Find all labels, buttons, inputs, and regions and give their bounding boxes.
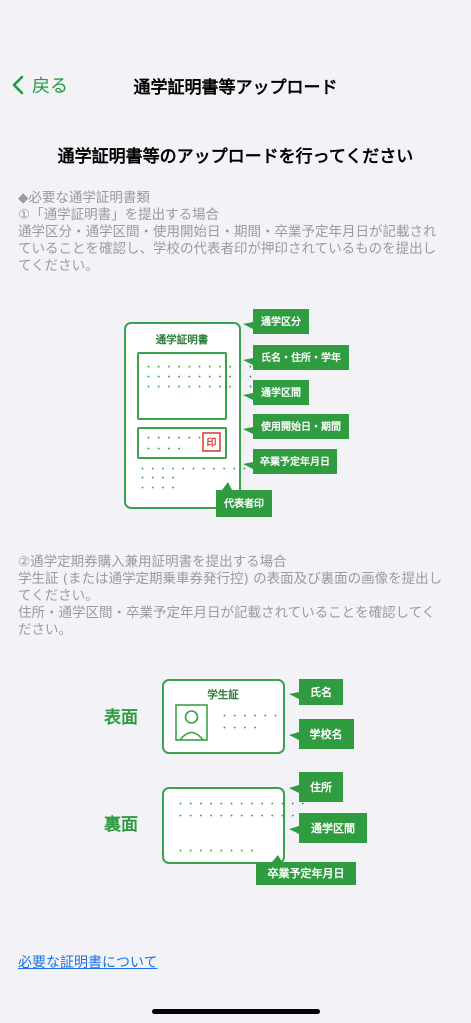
dots: ・・・・・・・・ [176, 847, 258, 857]
svg-text:氏名・住所・学年: 氏名・住所・学年 [261, 351, 341, 364]
tag-school-name: 学校名 [289, 719, 354, 749]
svg-text:通学区分: 通学区分 [261, 315, 301, 328]
dots: ・・・・・・・・・・・・・ [176, 800, 309, 810]
dots: ・・・・ [220, 724, 261, 734]
svg-text:住所: 住所 [310, 780, 332, 794]
certificate-diagram: 通学証明書 ・・・・・・・・・・・ ・・・・・・・・・・・ ・・・・・・・・・・… [124, 309, 349, 517]
tag-commute-section-back: 通学区間 [289, 813, 367, 843]
navigation-bar: 戻る 通学証明書等アップロード [0, 60, 471, 108]
section2-line: 住所・通学区間・卒業予定年月日が記載されていることを確認してく [18, 605, 436, 621]
dots: ・・・・・・・・・・・ [144, 373, 256, 383]
required-documents-link[interactable]: 必要な証明書について [18, 952, 158, 972]
section1-line: ◆必要な通学証明書類 [18, 190, 150, 206]
tag-start-date-period: 使用開始日・期間 [243, 414, 349, 439]
home-indicator [152, 1009, 320, 1014]
seal-text: 印 [207, 437, 217, 449]
section1-line: ①「通学証明書」を提出する場合 [18, 207, 220, 223]
back-side-label: 裏面 [103, 814, 138, 835]
svg-text:代表者印: 代表者印 [223, 497, 264, 510]
student-id-title: 学生証 [207, 688, 239, 701]
tag-name: 氏名 [289, 679, 343, 705]
svg-text:通学区間: 通学区間 [261, 386, 301, 399]
instruction-heading: 通学証明書等のアップロードを行ってください [57, 147, 414, 167]
svg-text:使用開始日・期間: 使用開始日・期間 [260, 420, 341, 433]
section1-line: 通学区分・通学区間・使用開始日・期間・卒業予定年月日が記載され [18, 224, 437, 240]
tag-address: 住所 [289, 772, 343, 802]
dots: ・・・・・・・・・・・ [144, 363, 256, 373]
svg-text:通学区間: 通学区間 [311, 821, 355, 835]
tag-name-address-grade: 氏名・住所・学年 [243, 345, 349, 370]
section2-text: ②通学定期券購入兼用証明書を提出する場合 学生証 (または通学定期乗車券発行控)… [18, 554, 458, 639]
svg-text:卒業予定年月日: 卒業予定年月日 [260, 455, 330, 468]
dots: ・・・・・・ [220, 712, 281, 722]
svg-text:学校名: 学校名 [310, 727, 343, 741]
page-title: 通学証明書等アップロード [133, 78, 338, 98]
dots: ・・・・・・・・・・・・・ [176, 812, 309, 822]
front-side-label: 表面 [104, 707, 138, 728]
section1-text: ◆必要な通学証明書類 ①「通学証明書」を提出する場合 通学区分・通学区間・使用開… [18, 190, 458, 275]
student-id-diagram: 表面 裏面 学生証 ・・・・・・ ・・・・ 氏名 学校名 ・・・・・・・・・・・… [103, 679, 367, 885]
dots: ・・・・ [138, 474, 179, 484]
tag-representative-seal: 代表者印 [216, 482, 272, 517]
certificate-card-title: 通学証明書 [156, 333, 209, 346]
dots: ・・・・ [144, 445, 185, 455]
section2-line: ださい。 [18, 622, 72, 638]
section1-line: ていることを確認し、学校の代表者印が押印されているものを提出し [18, 241, 437, 257]
tag-school-category: 通学区分 [243, 309, 309, 334]
section2-line: 学生証 (または通学定期乗車券発行控) の表面及び裏面の画像を提出し [18, 571, 443, 587]
section2-line: てください。 [18, 588, 99, 604]
svg-text:卒業予定年月日: 卒業予定年月日 [268, 866, 345, 880]
tag-graduation-date: 卒業予定年月日 [243, 449, 337, 474]
section2-line: ②通学定期券購入兼用証明書を提出する場合 [18, 554, 287, 570]
svg-text:氏名: 氏名 [310, 685, 332, 699]
dots: ・・・・ [138, 484, 179, 494]
photo-placeholder-icon [175, 704, 208, 741]
section1-line: てください。 [18, 258, 99, 274]
dots: ・・・・・・・・・・・ [144, 383, 256, 393]
